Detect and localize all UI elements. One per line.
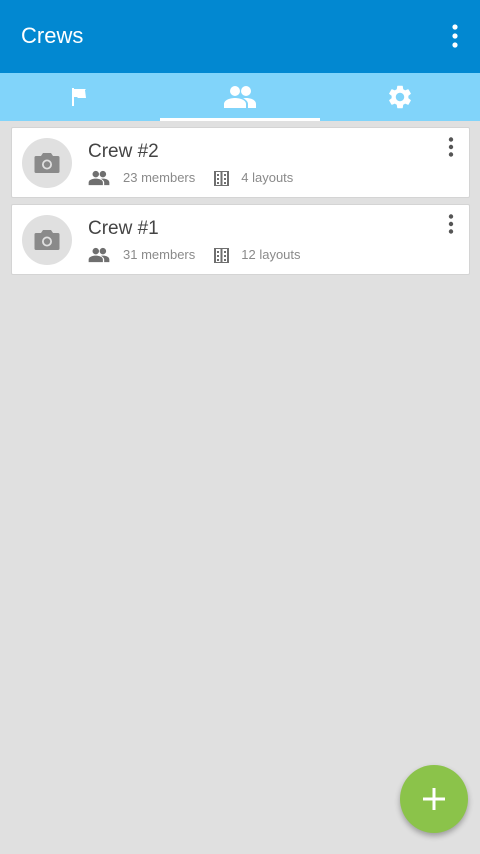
camera-icon <box>34 153 60 173</box>
crew-menu-button[interactable] <box>439 211 463 237</box>
more-vert-icon <box>452 24 458 48</box>
layouts-icon <box>213 247 230 264</box>
overflow-menu-button[interactable] <box>440 18 470 54</box>
tab-flag[interactable] <box>0 73 160 121</box>
members-count: 23 members <box>123 170 196 185</box>
app-screen: Crews Crew #2 23 members 4 layouts Crew … <box>0 0 480 854</box>
crew-meta: 23 members 4 layouts <box>88 168 293 188</box>
crew-card[interactable]: Crew #2 23 members 4 layouts <box>11 127 470 198</box>
camera-icon <box>34 230 60 250</box>
crew-list: Crew #2 23 members 4 layouts Crew #1 31 … <box>11 127 470 281</box>
layouts-count: 12 layouts <box>241 247 301 262</box>
selected-tab-indicator <box>160 118 320 121</box>
crew-avatar[interactable] <box>22 215 72 265</box>
more-vert-icon <box>448 137 454 157</box>
layouts-icon <box>213 170 230 187</box>
add-icon <box>423 788 445 810</box>
add-crew-button[interactable] <box>400 765 468 833</box>
layouts-count: 4 layouts <box>241 170 294 185</box>
crew-avatar[interactable] <box>22 138 72 188</box>
crew-name: Crew #1 <box>88 218 159 239</box>
tab-crews[interactable] <box>160 73 320 121</box>
crew-card[interactable]: Crew #1 31 members 12 layouts <box>11 204 470 275</box>
crew-meta: 31 members 12 layouts <box>88 245 301 265</box>
settings-icon <box>389 85 411 109</box>
members-icon <box>88 247 110 263</box>
crew-menu-button[interactable] <box>439 134 463 160</box>
page-title: Crews <box>21 23 84 48</box>
people-icon <box>224 86 256 108</box>
more-vert-icon <box>448 214 454 234</box>
flag-icon <box>72 88 86 106</box>
crew-name: Crew #2 <box>88 141 159 162</box>
tab-bar <box>0 73 480 121</box>
tab-settings[interactable] <box>320 73 480 121</box>
members-count: 31 members <box>123 247 196 262</box>
members-icon <box>88 170 110 186</box>
app-bar: Crews <box>0 0 480 73</box>
